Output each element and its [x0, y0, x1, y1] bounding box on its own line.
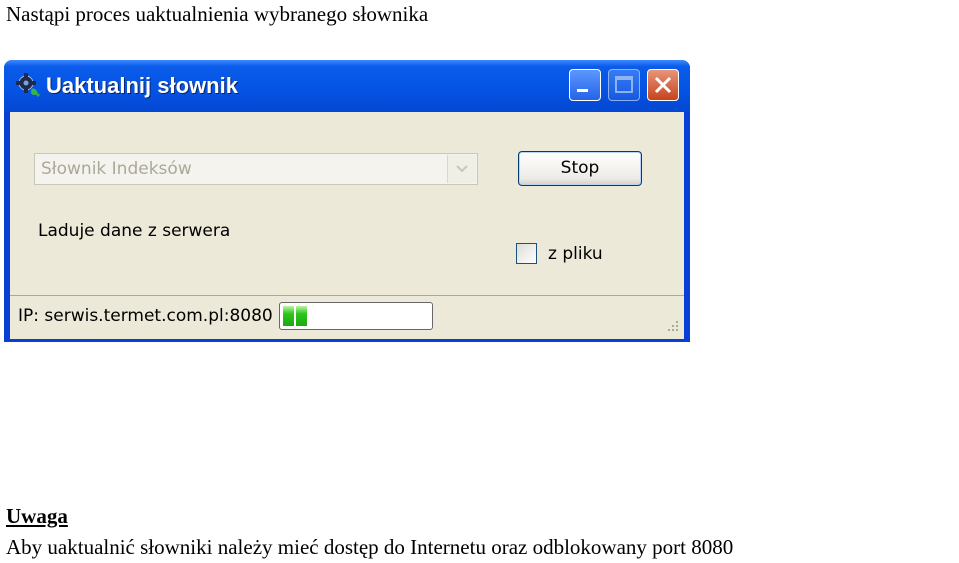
close-button[interactable] — [647, 69, 679, 101]
minimize-button[interactable] — [569, 69, 601, 101]
update-dictionary-window: Uaktualnij słownik Słownik Indeksów Stop… — [4, 60, 690, 342]
document-heading: Nastąpi proces uaktualnienia wybranego s… — [6, 2, 429, 26]
progress-segment — [296, 306, 307, 326]
window-title: Uaktualnij słownik — [46, 73, 238, 98]
maximize-icon — [615, 76, 633, 93]
resize-grip-icon[interactable] — [664, 319, 680, 335]
progress-fill — [283, 306, 307, 326]
status-text: Laduje dane z serwera — [38, 221, 231, 241]
chevron-down-icon[interactable] — [447, 155, 476, 183]
note-title: Uwaga — [6, 504, 68, 528]
gear-icon — [15, 72, 41, 98]
minimize-icon — [577, 89, 588, 92]
from-file-label[interactable]: z pliku — [548, 244, 603, 264]
note-text: Aby uaktualnić słowniki należy mieć dost… — [6, 535, 734, 559]
progress-segment — [283, 306, 294, 326]
status-bar: IP: serwis.termet.com.pl:8080 — [10, 295, 684, 339]
progress-bar — [279, 302, 433, 330]
from-file-checkbox[interactable] — [516, 243, 537, 264]
stop-button[interactable]: Stop — [518, 151, 642, 186]
maximize-button[interactable] — [608, 69, 640, 101]
server-address: IP: serwis.termet.com.pl:8080 — [18, 306, 273, 326]
title-bar[interactable]: Uaktualnij słownik — [4, 60, 690, 112]
window-client-area: Słownik Indeksów Stop Laduje dane z serw… — [10, 112, 684, 339]
dictionary-select-value: Słownik Indeksów — [41, 159, 192, 179]
dictionary-select[interactable]: Słownik Indeksów — [34, 153, 478, 185]
close-icon — [654, 76, 672, 94]
